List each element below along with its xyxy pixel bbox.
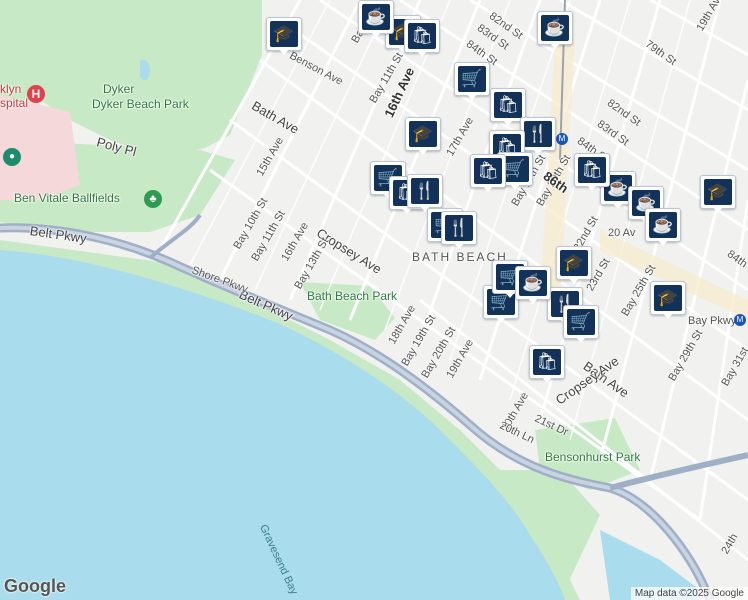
coffee-pin[interactable]: ☕	[537, 11, 573, 51]
school-icon: 🎓	[654, 285, 682, 311]
school-icon: 🎓	[270, 21, 298, 47]
coffee-pin[interactable]: ☕	[358, 0, 394, 40]
coffee-icon: ☕	[649, 212, 677, 238]
shop-icon: 🛍	[578, 157, 606, 183]
restaurant-icon: 🍴	[445, 215, 473, 241]
park-label-bath-beach: Bath Beach Park	[307, 289, 398, 303]
hospital-icon[interactable]: H	[27, 85, 45, 103]
restaurant-icon: 🍴	[524, 121, 552, 147]
park-label-bensonhurst: Bensonhurst Park	[545, 450, 641, 464]
subway-icon[interactable]: M	[556, 133, 568, 145]
grocery-icon: 🛒	[458, 66, 486, 92]
attribution[interactable]: Map data ©2025 Google	[630, 587, 748, 600]
hospital-label: klyn spital	[0, 82, 29, 110]
grocery-pin[interactable]: 🛒	[454, 62, 490, 102]
coffee-pin[interactable]: ☕	[645, 208, 681, 248]
grocery-pin[interactable]: 🛒	[563, 305, 599, 345]
coffee-icon: ☕	[519, 270, 547, 296]
shop-icon: 🛍	[474, 158, 502, 184]
park-tree-icon[interactable]: ♣	[144, 190, 162, 208]
map-canvas[interactable]: Dyker Dyker Beach Park Ben Vitale Ballfi…	[0, 0, 748, 600]
google-logo: Google	[4, 576, 66, 596]
school-pin[interactable]: 🎓	[405, 117, 441, 157]
shop-pin[interactable]: 🛍	[470, 154, 506, 194]
street-bay-pkwy: Bay Pkwy	[688, 315, 737, 327]
shop-pin[interactable]: 🛍	[529, 345, 565, 385]
poi-icon[interactable]: ●	[3, 148, 21, 166]
coffee-icon: ☕	[362, 4, 390, 30]
school-pin[interactable]: 🎓	[556, 246, 592, 286]
school-icon: 🎓	[704, 179, 732, 205]
shop-icon: 🛍	[533, 349, 561, 375]
park-label-dyker: Dyker Beach Park	[92, 97, 189, 111]
coffee-pin[interactable]: ☕	[515, 266, 551, 306]
subway-icon-bay-pkwy[interactable]: M	[734, 314, 746, 326]
shop-icon: 🛍	[494, 92, 522, 118]
street-20-av: 20 Av	[608, 227, 636, 239]
restaurant-pin[interactable]: 🍴	[441, 211, 477, 251]
shop-pin[interactable]: 🛍	[404, 19, 440, 59]
park-label-dyker-1: Dyker	[103, 82, 135, 96]
shop-pin[interactable]: 🛍	[574, 153, 610, 193]
school-pin[interactable]: 🎓	[700, 175, 736, 215]
restaurant-pin[interactable]: 🍴	[520, 117, 556, 157]
school-pin[interactable]: 🎓	[650, 281, 686, 321]
grocery-icon: 🛒	[567, 309, 595, 335]
school-icon: 🎓	[409, 121, 437, 147]
park-label-ben-vitale: Ben Vitale Ballfields	[14, 191, 120, 205]
school-icon: 🎓	[560, 250, 588, 276]
school-pin[interactable]: 🎓	[266, 17, 302, 57]
restaurant-icon: 🍴	[411, 178, 439, 204]
coffee-icon: ☕	[541, 15, 569, 41]
shop-icon: 🛍	[408, 23, 436, 49]
